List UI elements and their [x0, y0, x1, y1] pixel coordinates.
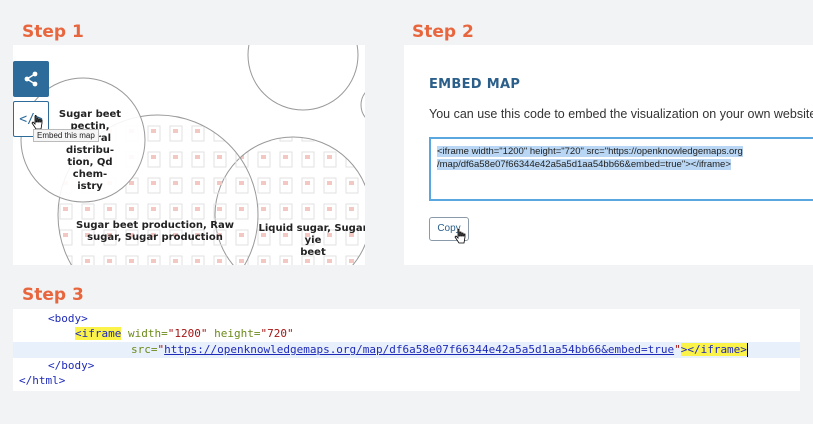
dialog-title: EMBED MAP	[429, 77, 521, 92]
step-1-label: Step 1	[22, 22, 84, 42]
code-editor[interactable]: <body> <iframe width="1200" height="720"…	[13, 309, 800, 391]
code-line: </html>	[19, 374, 66, 387]
map-bubble	[247, 45, 359, 111]
src-url-link[interactable]: https://openknowledgemaps.org/map/df6a58…	[164, 343, 601, 356]
map-bubble	[360, 92, 365, 118]
iframe-open-tag: <iframe	[75, 327, 122, 340]
iframe-close-tag: ></iframe>	[680, 343, 747, 356]
step-2-label: Step 2	[412, 22, 474, 42]
dialog-description: You can use this code to embed the visua…	[429, 107, 813, 121]
embed-code-line: /map/df6a58e07f66344e42a5a5d1aa54bb66&em…	[437, 159, 731, 170]
knowledge-map-panel: Sugar beet pectin, Neutral distribu- tio…	[13, 45, 365, 265]
share-icon	[24, 71, 38, 87]
hand-cursor-icon	[454, 229, 466, 244]
share-button[interactable]	[13, 61, 49, 97]
step-3-label: Step 3	[22, 285, 84, 305]
bubble-label-pectin[interactable]: Sugar beet pectin, Neutral distribu- tio…	[50, 109, 130, 193]
bubble-label-production[interactable]: Sugar beet production, Raw sugar, Sugar …	[75, 220, 235, 244]
code-line: </body>	[48, 359, 95, 372]
code-line: <body>	[48, 312, 88, 325]
bubble-label-liquid-sugar[interactable]: Liquid sugar, Sugar yie beet	[253, 223, 365, 259]
text-cursor	[746, 343, 748, 357]
embed-code-line: <iframe width="1200" height="720" src="h…	[437, 146, 743, 157]
code-line: <iframe width="1200" height="720"	[75, 327, 294, 340]
code-line: src="https://openknowledgemaps.org/map/d…	[131, 343, 748, 357]
embed-code-textarea[interactable]: <iframe width="1200" height="720" src="h…	[429, 137, 813, 201]
embed-map-dialog: EMBED MAP You can use this code to embed…	[404, 45, 813, 265]
embed-tooltip: Embed this map	[33, 129, 99, 142]
